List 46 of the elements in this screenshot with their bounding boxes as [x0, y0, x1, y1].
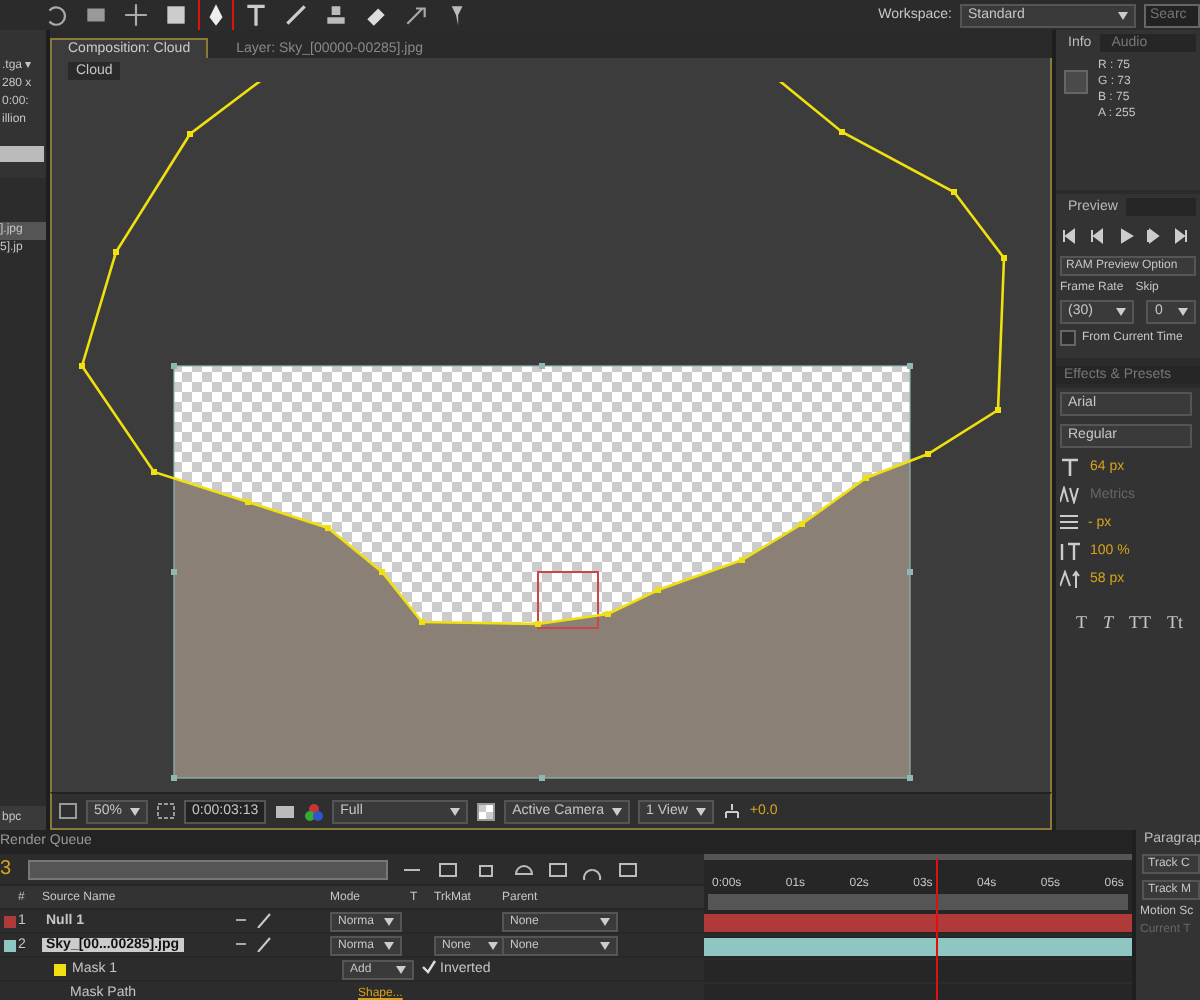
- caret-icon: [600, 917, 610, 925]
- timeline-switches-drawing[interactable]: [400, 859, 640, 879]
- inverted-checkbox[interactable]: [422, 960, 436, 978]
- mask-color-swatch[interactable]: [54, 963, 66, 975]
- pen-tool-icon[interactable]: [200, 0, 232, 30]
- layer-switches-icon[interactable]: [234, 911, 274, 927]
- label-color-swatch[interactable]: [3, 915, 15, 927]
- target-square: [537, 571, 599, 629]
- caret-icon: [695, 807, 706, 815]
- caret-icon: [488, 941, 498, 949]
- transparency-grid-icon[interactable]: [476, 801, 497, 821]
- caret-icon: [130, 807, 141, 815]
- project-search-field[interactable]: [0, 146, 44, 162]
- checkbox[interactable]: [1060, 330, 1076, 346]
- monitor-icon[interactable]: [58, 802, 78, 820]
- current-time[interactable]: 3: [0, 858, 16, 880]
- caret-icon: [600, 941, 610, 949]
- caret-icon: [1116, 308, 1127, 316]
- grid-icon[interactable]: [156, 802, 177, 820]
- text-style-button[interactable]: T: [1076, 612, 1087, 632]
- caret-icon: [612, 807, 623, 815]
- caret-icon: [1118, 11, 1128, 19]
- text-style-button[interactable]: Tt: [1167, 612, 1184, 632]
- caret-icon: [1178, 308, 1188, 316]
- text-style-button[interactable]: TT: [1129, 612, 1152, 632]
- label-color-swatch[interactable]: [3, 939, 15, 951]
- font-size-icon: [1060, 457, 1080, 475]
- text-style-button[interactable]: T: [1103, 612, 1114, 632]
- caret-icon: [396, 965, 406, 973]
- brush-tool-icon[interactable]: [280, 0, 312, 30]
- checkmark-icon: [422, 960, 436, 974]
- caret-icon: [450, 807, 461, 815]
- color-swatch: [1064, 70, 1088, 94]
- vertical-scale-icon: [1060, 541, 1080, 559]
- caret-icon: [384, 941, 394, 949]
- stroke-width-icon: [1060, 514, 1078, 530]
- baseline-shift-icon: [1060, 569, 1080, 587]
- layer-switches-icon[interactable]: [234, 935, 274, 951]
- caret-icon: [384, 917, 394, 925]
- channels-icon[interactable]: [304, 801, 325, 821]
- layer-search-field[interactable]: [28, 859, 388, 879]
- playback-controls[interactable]: [1060, 226, 1192, 246]
- flowchart-icon[interactable]: [721, 801, 742, 821]
- pan-tool-icon[interactable]: [120, 0, 152, 30]
- kerning-icon: [1060, 485, 1080, 503]
- mask-path[interactable]: [79, 82, 1007, 627]
